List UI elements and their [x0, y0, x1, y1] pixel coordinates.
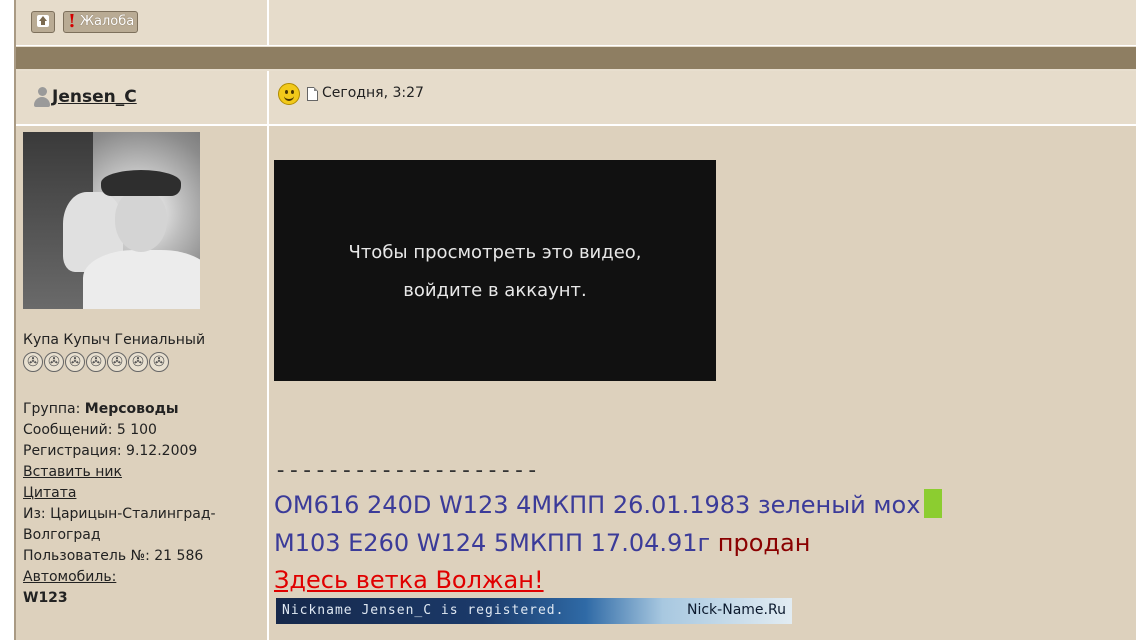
- mercedes-star-icon: [107, 352, 127, 372]
- user-group: Группа: Мерсоводы: [23, 401, 179, 417]
- mercedes-star-icon: [44, 352, 64, 372]
- post-toolbar-left: ! Жалоба: [16, 0, 269, 45]
- post-header-left: Jensen_C: [16, 71, 269, 124]
- user-car-value: W123: [23, 590, 68, 606]
- scroll-top-button[interactable]: [31, 11, 55, 33]
- complain-label: Жалоба: [80, 14, 135, 29]
- nickname-banner-site: Nick-Name.Ru: [687, 602, 786, 618]
- post-body: Купа Купыч Гениальный Группа: Мерсоводы …: [16, 126, 1136, 640]
- user-messages: Сообщений: 5 100: [23, 422, 157, 438]
- video-message-line2: войдите в аккаунт.: [403, 280, 587, 301]
- user-location-1: Из: Царицын-Сталинград-: [23, 506, 216, 522]
- rank-stars: [23, 352, 170, 374]
- nickname-banner-text: Nickname Jensen_C is registered.: [282, 603, 565, 618]
- video-message-line1: Чтобы просмотреть это видео,: [348, 242, 642, 263]
- volga-thread-link[interactable]: Здесь ветка Волжан!: [274, 562, 942, 598]
- forum-post-frame: ! Жалоба Jensen_C Сегодня, 3:27 Купа Куп…: [14, 0, 1136, 640]
- insert-nick-link[interactable]: Вставить ник: [23, 462, 216, 483]
- post-header: Jensen_C Сегодня, 3:27: [16, 71, 1136, 126]
- avatar: [23, 132, 200, 309]
- user-car-link[interactable]: Автомобиль:: [23, 567, 216, 588]
- post-divider-bar: [16, 47, 1136, 69]
- signature-car-1: OM616 240D W123 4МКПП 26.01.1983 зеленый…: [274, 486, 943, 524]
- user-rank: Купа Купыч Гениальный: [23, 332, 206, 348]
- signature-separator: --------------------: [274, 458, 539, 483]
- author-profile-panel: Купа Купыч Гениальный Группа: Мерсоводы …: [16, 126, 269, 640]
- mercedes-star-icon: [23, 352, 43, 372]
- exclamation-icon: !: [68, 11, 76, 32]
- mercedes-star-icon: [65, 352, 85, 372]
- post-date: Сегодня, 3:27: [322, 85, 424, 101]
- signature-car-2: M103 E260 W124 5МКПП 17.04.91г продан: [274, 529, 811, 557]
- mercedes-star-icon: [149, 352, 169, 372]
- green-color-swatch: [924, 489, 943, 518]
- user-location-2: Волгоград: [23, 527, 101, 543]
- author-name-link[interactable]: Jensen_C: [52, 87, 137, 107]
- user-icon: [33, 86, 51, 108]
- complain-button[interactable]: ! Жалоба: [63, 11, 139, 33]
- mercedes-star-icon: [86, 352, 106, 372]
- post-link-icon[interactable]: [307, 87, 318, 101]
- user-info: Группа: Мерсоводы Сообщений: 5 100 Регис…: [23, 399, 216, 609]
- sold-status: продан: [717, 529, 811, 557]
- nickname-banner[interactable]: Nickname Jensen_C is registered. Nick-Na…: [276, 598, 792, 624]
- user-number: Пользователь №: 21 586: [23, 548, 204, 564]
- user-registration: Регистрация: 9.12.2009: [23, 443, 198, 459]
- post-toolbar-row: ! Жалоба: [16, 0, 1136, 46]
- mercedes-star-icon: [128, 352, 148, 372]
- arrow-up-icon: [37, 15, 49, 27]
- smiley-icon: [278, 83, 300, 105]
- embedded-video[interactable]: Чтобы просмотреть это видео, войдите в а…: [274, 160, 716, 381]
- signature: -------------------- OM616 240D W123 4МК…: [274, 456, 943, 598]
- quote-link[interactable]: Цитата: [23, 483, 216, 504]
